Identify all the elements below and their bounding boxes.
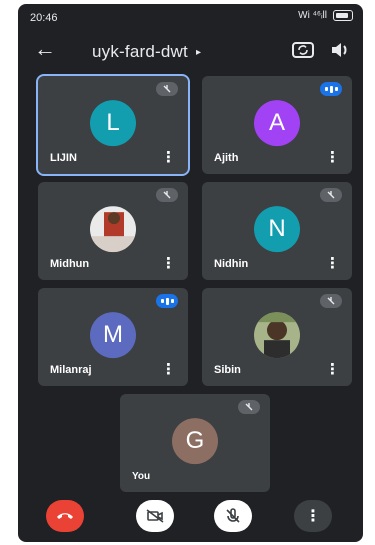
audio-bars-icon	[156, 294, 178, 308]
mic-off-icon	[320, 294, 342, 308]
more-options-icon[interactable]: ⋮	[325, 254, 340, 272]
participant-name: You	[132, 471, 151, 482]
mic-off-icon	[320, 188, 342, 202]
status-icons: Wi ⁴⁶ᵢll	[298, 10, 353, 21]
participant-name: Nidhin	[214, 258, 249, 270]
more-options-icon[interactable]: ⋮	[161, 148, 176, 166]
end-call-icon	[57, 513, 73, 519]
camera-off-icon	[146, 509, 164, 523]
participant-tile-ajith[interactable]: A Ajith ⋮	[202, 76, 352, 174]
call-controls: ⋮	[18, 492, 363, 542]
camera-toggle-button[interactable]	[136, 500, 174, 532]
meeting-details-chevron-icon: ▸	[195, 46, 202, 58]
participant-photo	[254, 312, 300, 359]
participant-name: Midhun	[50, 258, 90, 270]
participant-photo	[90, 206, 136, 253]
back-arrow-icon[interactable]: ←	[34, 38, 56, 60]
participant-name: Ajith	[214, 152, 239, 164]
signal-text: Wi ⁴⁶ᵢll	[298, 10, 327, 21]
overflow-menu-button[interactable]: ⋮	[294, 500, 332, 532]
audio-bars-icon	[320, 82, 342, 96]
avatar: M	[90, 312, 136, 359]
self-tile[interactable]: G You	[120, 394, 270, 492]
participant-tile-sibin[interactable]: Sibin ⋮	[202, 288, 352, 386]
participant-tile-midhun[interactable]: Midhun ⋮	[38, 182, 188, 280]
status-bar: 20:46 Wi ⁴⁶ᵢll	[18, 4, 363, 30]
more-options-icon[interactable]: ⋮	[161, 254, 176, 272]
mic-off-icon	[226, 508, 240, 523]
mic-off-icon	[156, 188, 178, 202]
participant-tile-lijin[interactable]: L LIJIN ⋮	[36, 74, 190, 176]
participant-tile-nidhin[interactable]: N Nidhin ⋮	[202, 182, 352, 280]
more-options-icon[interactable]: ⋮	[161, 360, 176, 378]
end-call-button[interactable]	[46, 500, 84, 532]
meeting-code-text: uyk-fard-dwt	[92, 42, 188, 61]
switch-camera-icon[interactable]	[291, 40, 315, 60]
participant-tile-milanraj[interactable]: M Milanraj ⋮	[38, 288, 188, 386]
speaker-icon[interactable]	[329, 40, 351, 60]
battery-icon	[333, 10, 353, 21]
mic-off-icon	[156, 82, 178, 96]
meet-call-screen: 20:46 Wi ⁴⁶ᵢll ← uyk-fard-dwt ▸ L LIJIN …	[18, 4, 363, 542]
avatar: N	[254, 206, 300, 253]
participant-name: Milanraj	[50, 364, 92, 376]
mic-toggle-button[interactable]	[214, 500, 252, 532]
avatar: G	[172, 418, 218, 465]
more-options-icon[interactable]: ⋮	[325, 148, 340, 166]
participant-name: Sibin	[214, 364, 241, 376]
participant-name: LIJIN	[50, 152, 77, 164]
avatar: A	[254, 100, 300, 147]
status-time: 20:46	[30, 12, 58, 24]
app-bar: ← uyk-fard-dwt ▸	[18, 32, 363, 72]
more-options-icon[interactable]: ⋮	[325, 360, 340, 378]
avatar: L	[90, 100, 136, 147]
meeting-code[interactable]: uyk-fard-dwt ▸	[92, 42, 201, 62]
mic-off-icon	[238, 400, 260, 414]
